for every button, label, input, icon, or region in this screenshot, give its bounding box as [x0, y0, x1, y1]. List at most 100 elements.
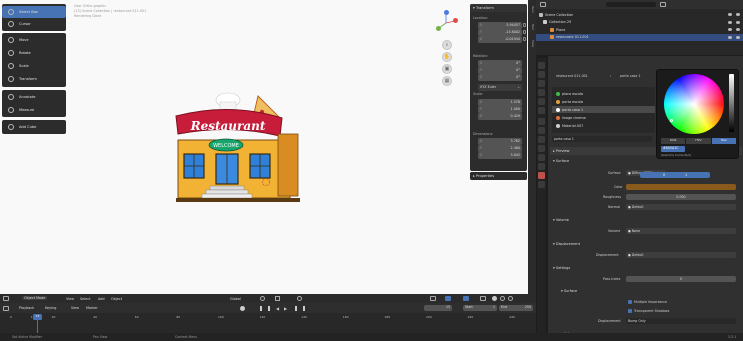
render-tab-icon[interactable]: [538, 71, 545, 78]
menu-view[interactable]: View: [66, 297, 74, 301]
play-reverse-icon[interactable]: ◀: [276, 306, 279, 311]
tool-rotate[interactable]: Rotate: [2, 47, 66, 59]
hex-input[interactable]: #8A5A1C: [661, 146, 685, 152]
camera-icon[interactable]: [736, 35, 740, 39]
visibility-toggles[interactable]: [728, 13, 740, 16]
dimensions-x-field[interactable]: X 3.762: [478, 138, 522, 145]
camera-icon[interactable]: [736, 28, 740, 31]
editor-type-icon[interactable]: [540, 2, 546, 7]
shading-solid-icon[interactable]: [492, 296, 497, 301]
view-layer-tab-icon[interactable]: [538, 89, 545, 96]
menu-select[interactable]: Select: [80, 297, 90, 301]
displacement-field[interactable]: ● Default: [626, 252, 736, 258]
jump-start-icon[interactable]: [260, 305, 265, 311]
zoom-button[interactable]: ⌕: [442, 40, 452, 50]
lock-icon[interactable]: [523, 23, 526, 27]
multiple-importance-checkbox[interactable]: Multiple Importance: [628, 300, 667, 304]
tool-annotate[interactable]: Annotate: [2, 91, 66, 103]
visibility-toggles[interactable]: [728, 35, 740, 39]
pan-button[interactable]: ✋: [442, 52, 452, 62]
visibility-toggles[interactable]: [728, 28, 740, 31]
menu-keying[interactable]: Keying: [45, 306, 56, 310]
surface-subsection-header[interactable]: ▾ Surface: [558, 287, 738, 295]
tab-tool[interactable]: Tool: [529, 24, 535, 30]
prev-key-icon[interactable]: [268, 305, 273, 311]
roughness-slider[interactable]: 0.000: [626, 194, 736, 200]
material-slot[interactable]: placa escola: [552, 90, 655, 97]
transform-header[interactable]: ▾ Transform: [470, 4, 527, 12]
tool-scale[interactable]: Scale: [2, 60, 66, 72]
physics-tab-icon[interactable]: [538, 145, 545, 152]
start-frame-field[interactable]: Start 1: [463, 305, 497, 311]
tool-measure[interactable]: Measure: [2, 104, 66, 116]
constraints-tab-icon[interactable]: [538, 154, 545, 161]
tab-rgb[interactable]: RGB: [661, 138, 686, 144]
material-tab-icon[interactable]: [538, 172, 545, 179]
editor-type-icon[interactable]: [3, 296, 9, 301]
material-name-field[interactable]: porta casa 1: [552, 136, 652, 142]
orientation-dropdown[interactable]: Global: [230, 297, 241, 301]
material-slot[interactable]: porta escola: [552, 98, 655, 105]
current-frame-field[interactable]: 13: [424, 305, 452, 311]
location-x-field[interactable]: X 5.94457: [478, 22, 522, 29]
snap-icon[interactable]: [275, 296, 280, 301]
scale-z-field[interactable]: Z 0.429: [478, 113, 522, 120]
tool-transform[interactable]: Transform: [2, 73, 66, 85]
3d-viewport[interactable]: User Ortho graphic (13) Scene Collection…: [0, 0, 531, 294]
tool-add-cube[interactable]: Add Cube: [2, 121, 66, 133]
editor-type-icon[interactable]: [3, 305, 9, 311]
navigation-gizmo[interactable]: [433, 10, 459, 36]
restaurant-model[interactable]: Restaurant WELCOME: [170, 88, 305, 210]
record-icon[interactable]: [240, 305, 245, 311]
location-y-field[interactable]: Y -13.8002: [478, 29, 522, 36]
eye-icon[interactable]: [728, 28, 732, 31]
menu-object[interactable]: Object: [111, 297, 122, 301]
menu-playback[interactable]: Playback: [19, 306, 34, 310]
rotation-z-field[interactable]: Z 0°: [478, 74, 522, 81]
camera-icon[interactable]: [736, 20, 740, 24]
tab-view[interactable]: View: [529, 40, 535, 47]
color-swatch[interactable]: [626, 184, 736, 190]
lock-icon[interactable]: [523, 37, 526, 41]
jump-end-icon[interactable]: [300, 305, 305, 311]
end-frame-field[interactable]: End 250: [499, 305, 533, 311]
filter-icon[interactable]: [660, 2, 666, 7]
pass-index-field[interactable]: 0: [626, 276, 736, 282]
eye-icon[interactable]: [728, 13, 732, 16]
gizmo-y-axis[interactable]: [436, 26, 441, 31]
outliner-row[interactable]: Collection 29: [536, 19, 743, 26]
gizmo-toggle-icon[interactable]: [445, 296, 451, 301]
camera-icon[interactable]: [736, 13, 740, 16]
volume-section-header[interactable]: ▾ Volume: [550, 216, 742, 224]
tool-select-box[interactable]: Select Box: [2, 6, 66, 18]
outliner-row[interactable]: restaurant 011.001: [536, 33, 743, 41]
texture-tab-icon[interactable]: [538, 181, 545, 188]
settings-section-header[interactable]: ▾ Settings: [550, 264, 742, 272]
color-wheel-cursor[interactable]: [670, 119, 673, 122]
eye-icon[interactable]: [728, 35, 732, 39]
modifier-tab-icon[interactable]: [538, 127, 545, 134]
camera-view-button[interactable]: ▣: [442, 64, 452, 74]
scene-tab-icon[interactable]: [538, 98, 545, 105]
tool-tab-icon[interactable]: [538, 62, 545, 69]
tab-item[interactable]: Item: [529, 6, 535, 13]
lock-icon[interactable]: [523, 30, 526, 34]
transparent-shadows-checkbox[interactable]: Transparent Shadows: [628, 309, 669, 313]
rotation-mode-dropdown[interactable]: XYZ Euler ⌄: [478, 84, 522, 91]
normal-field[interactable]: ● Default: [626, 204, 736, 210]
dimensions-y-field[interactable]: Y 2.480: [478, 145, 522, 152]
menu-add[interactable]: Add: [98, 297, 105, 301]
data-tab-icon[interactable]: [538, 163, 545, 170]
overlays-toggle-icon[interactable]: [463, 296, 469, 301]
particles-tab-icon[interactable]: [538, 136, 545, 143]
value-slider[interactable]: [729, 74, 734, 132]
outliner-row[interactable]: Plane: [536, 26, 743, 33]
outliner-search-input[interactable]: [606, 2, 656, 7]
rotation-y-field[interactable]: Y 0°: [478, 67, 522, 74]
gizmo-z-axis[interactable]: [443, 10, 449, 15]
outliner-row[interactable]: Scene Collection: [536, 11, 743, 18]
world-tab-icon[interactable]: [538, 107, 545, 114]
scale-y-field[interactable]: Y 1.000: [478, 106, 522, 113]
value-field[interactable]: V1: [640, 172, 710, 178]
pivot-icon[interactable]: [260, 296, 265, 301]
